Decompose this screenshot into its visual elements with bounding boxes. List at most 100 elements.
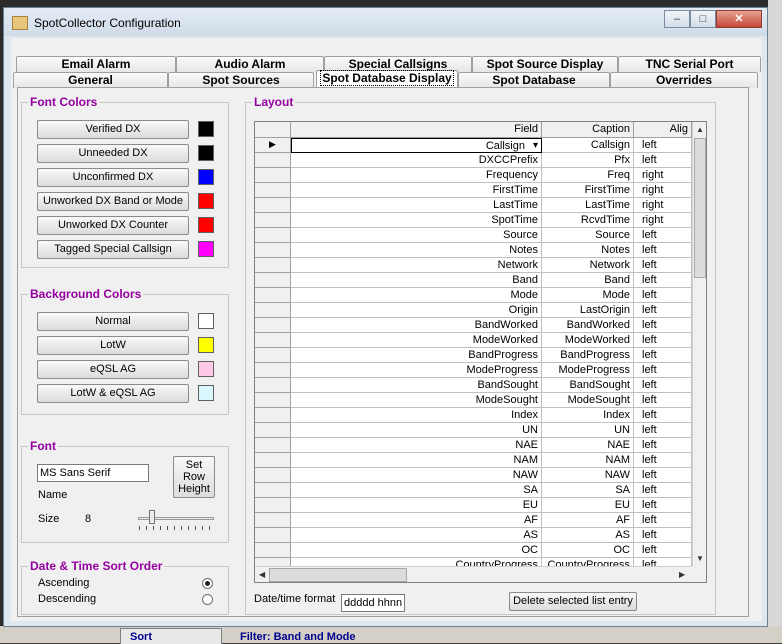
- set-row-height-button[interactable]: Set Row Height: [173, 456, 215, 498]
- align-cell[interactable]: left: [634, 438, 692, 453]
- align-cell[interactable]: left: [634, 258, 692, 273]
- field-cell[interactable]: Network: [291, 258, 542, 273]
- field-cell[interactable]: LastTime: [291, 198, 542, 213]
- field-cell[interactable]: Origin: [291, 303, 542, 318]
- align-cell[interactable]: left: [634, 513, 692, 528]
- tagged-special-callsign-swatch[interactable]: [198, 241, 214, 257]
- align-cell[interactable]: left: [634, 528, 692, 543]
- row-selector[interactable]: [255, 198, 291, 213]
- caption-cell[interactable]: Freq: [542, 168, 634, 183]
- tab-general[interactable]: General: [13, 72, 168, 88]
- row-selector[interactable]: [255, 513, 291, 528]
- eqsl-ag-bg-button[interactable]: eQSL AG: [37, 360, 189, 379]
- row-selector[interactable]: [255, 213, 291, 228]
- lotw-eqsl-ag-bg-swatch[interactable]: [198, 385, 214, 401]
- field-cell[interactable]: SA: [291, 483, 542, 498]
- scroll-down-icon[interactable]: ▼: [696, 554, 704, 563]
- field-cell[interactable]: Band: [291, 273, 542, 288]
- align-cell[interactable]: left: [634, 378, 692, 393]
- caption-cell[interactable]: BandWorked: [542, 318, 634, 333]
- align-cell[interactable]: left: [634, 138, 692, 153]
- align-cell[interactable]: left: [634, 318, 692, 333]
- unneeded-dx-button[interactable]: Unneeded DX: [37, 144, 189, 163]
- row-selector[interactable]: [255, 438, 291, 453]
- field-cell[interactable]: AS: [291, 528, 542, 543]
- verified-dx-button[interactable]: Verified DX: [37, 120, 189, 139]
- tab-spot-database-display[interactable]: Spot Database Display: [316, 70, 458, 88]
- tab-tnc-serial-port[interactable]: TNC Serial Port: [618, 56, 761, 72]
- caption-cell[interactable]: Callsign: [542, 138, 634, 153]
- row-selector[interactable]: [255, 363, 291, 378]
- font-size-slider-thumb[interactable]: [148, 510, 155, 524]
- caption-cell[interactable]: BandProgress: [542, 348, 634, 363]
- field-cell[interactable]: ModeSought: [291, 393, 542, 408]
- vertical-scroll-thumb[interactable]: [694, 138, 706, 278]
- align-cell[interactable]: right: [634, 168, 692, 183]
- caption-cell[interactable]: Source: [542, 228, 634, 243]
- row-selector[interactable]: [255, 333, 291, 348]
- maximize-button[interactable]: □: [690, 10, 716, 28]
- tab-spot-source-display[interactable]: Spot Source Display: [472, 56, 618, 72]
- field-cell[interactable]: UN: [291, 423, 542, 438]
- field-cell[interactable]: BandWorked: [291, 318, 542, 333]
- field-cell[interactable]: NAW: [291, 468, 542, 483]
- field-cell[interactable]: FirstTime: [291, 183, 542, 198]
- descending-radio[interactable]: [202, 594, 213, 605]
- caption-cell[interactable]: AS: [542, 528, 634, 543]
- scroll-right-icon[interactable]: ▶: [679, 570, 685, 579]
- caption-cell[interactable]: AF: [542, 513, 634, 528]
- caption-cell[interactable]: FirstTime: [542, 183, 634, 198]
- lotw-eqsl-ag-bg-button[interactable]: LotW & eQSL AG: [37, 384, 189, 403]
- align-cell[interactable]: left: [634, 333, 692, 348]
- caption-cell[interactable]: SA: [542, 483, 634, 498]
- caption-cell[interactable]: BandSought: [542, 378, 634, 393]
- unworked-dx-counter-button[interactable]: Unworked DX Counter: [37, 216, 189, 235]
- field-cell[interactable]: EU: [291, 498, 542, 513]
- field-cell[interactable]: OC: [291, 543, 542, 558]
- field-cell[interactable]: AF: [291, 513, 542, 528]
- row-selector[interactable]: [255, 153, 291, 168]
- caption-cell[interactable]: ModeWorked: [542, 333, 634, 348]
- verified-dx-swatch[interactable]: [198, 121, 214, 137]
- row-selector[interactable]: [255, 288, 291, 303]
- ascending-radio[interactable]: [202, 578, 213, 589]
- field-cell[interactable]: DXCCPrefix: [291, 153, 542, 168]
- align-cell[interactable]: right: [634, 198, 692, 213]
- caption-cell[interactable]: LastTime: [542, 198, 634, 213]
- field-cell[interactable]: BandProgress: [291, 348, 542, 363]
- title-bar[interactable]: SpotCollector Configuration – □ ✕: [4, 8, 767, 36]
- caption-cell[interactable]: ModeProgress: [542, 363, 634, 378]
- row-selector[interactable]: [255, 423, 291, 438]
- field-cell[interactable]: Mode: [291, 288, 542, 303]
- caption-cell[interactable]: NAW: [542, 468, 634, 483]
- row-selector[interactable]: [255, 243, 291, 258]
- date-format-input[interactable]: ddddd hhnn: [341, 594, 405, 612]
- row-selector[interactable]: [255, 543, 291, 558]
- row-selector[interactable]: [255, 498, 291, 513]
- caption-cell[interactable]: Index: [542, 408, 634, 423]
- align-cell[interactable]: left: [634, 498, 692, 513]
- field-dropdown-icon[interactable]: ▾: [533, 139, 538, 152]
- align-cell[interactable]: left: [634, 393, 692, 408]
- align-column-header[interactable]: Alig: [634, 122, 692, 138]
- caption-cell[interactable]: LastOrigin: [542, 303, 634, 318]
- row-selector[interactable]: [255, 348, 291, 363]
- unworked-dx-counter-swatch[interactable]: [198, 217, 214, 233]
- scroll-left-icon[interactable]: ◀: [259, 570, 265, 579]
- caption-cell[interactable]: EU: [542, 498, 634, 513]
- align-cell[interactable]: left: [634, 363, 692, 378]
- lotw-bg-swatch[interactable]: [198, 337, 214, 353]
- row-selector[interactable]: [255, 168, 291, 183]
- normal-bg-button[interactable]: Normal: [37, 312, 189, 331]
- caption-cell[interactable]: Mode: [542, 288, 634, 303]
- caption-cell[interactable]: OC: [542, 543, 634, 558]
- scroll-up-icon[interactable]: ▲: [696, 125, 704, 134]
- field-cell[interactable]: Source: [291, 228, 542, 243]
- caption-column-header[interactable]: Caption: [542, 122, 634, 138]
- caption-cell[interactable]: Notes: [542, 243, 634, 258]
- row-selector[interactable]: [255, 468, 291, 483]
- row-selector[interactable]: ▶: [255, 138, 291, 153]
- row-selector[interactable]: [255, 453, 291, 468]
- row-selector[interactable]: [255, 528, 291, 543]
- caption-cell[interactable]: NAM: [542, 453, 634, 468]
